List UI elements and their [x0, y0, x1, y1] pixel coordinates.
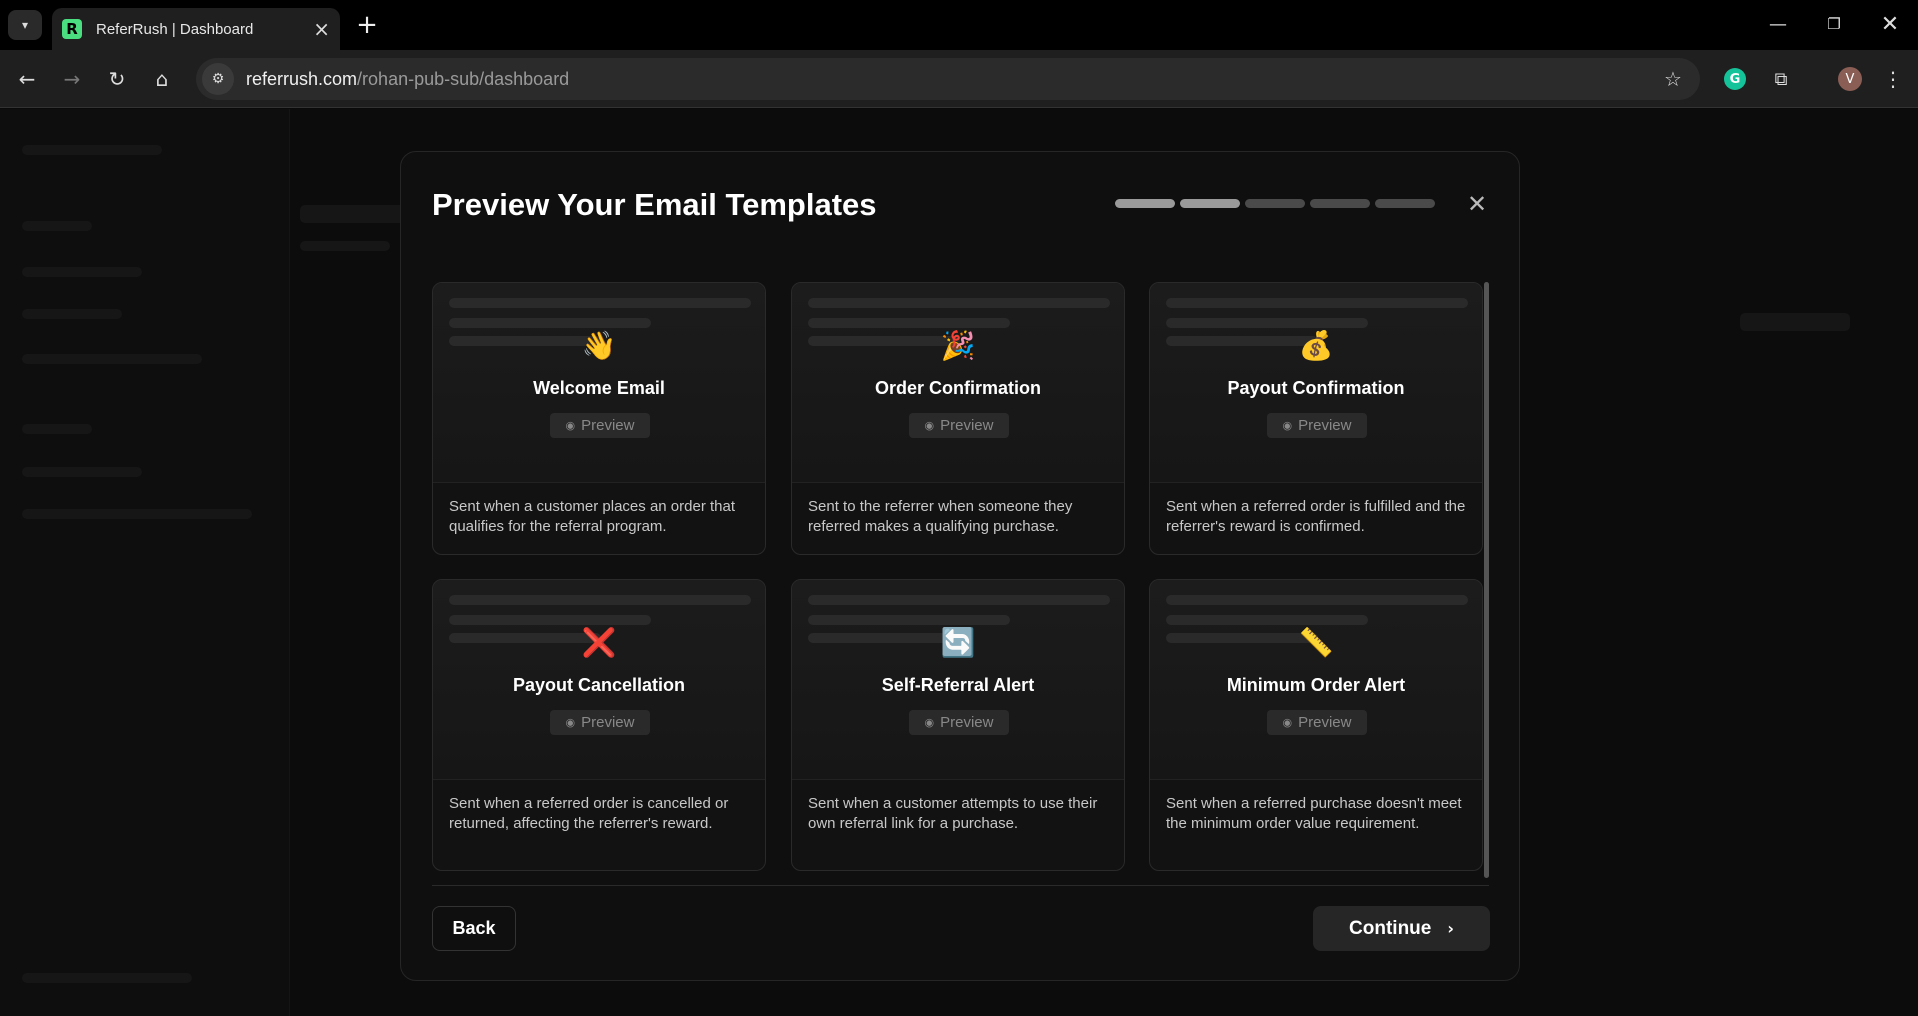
- template-description: Sent when a referred order is fulfilled …: [1166, 498, 1466, 535]
- back-arrow-icon[interactable]: ←: [12, 64, 42, 94]
- template-title: Minimum Order Alert: [1226, 675, 1406, 695]
- template-title: Self-Referral Alert: [881, 675, 1035, 695]
- preview-button[interactable]: ◉ Preview: [1267, 413, 1367, 438]
- template-card-minimum-order[interactable]: 📏 Minimum Order Alert ◉ Preview Sent when…: [1149, 579, 1483, 871]
- template-description: Sent when a referred purchase doesn't me…: [1166, 795, 1462, 832]
- home-icon[interactable]: ⌂: [147, 64, 177, 94]
- grammarly-extension[interactable]: G: [1720, 64, 1750, 94]
- money-bag-icon: 💰: [1298, 329, 1334, 362]
- eye-icon: ◉: [565, 716, 576, 729]
- continue-label: Continue: [1349, 917, 1432, 939]
- site-info-icon[interactable]: ⚙: [202, 63, 234, 95]
- template-title: Payout Confirmation: [1227, 378, 1405, 398]
- back-button[interactable]: Back: [432, 906, 516, 951]
- eye-icon: ◉: [565, 419, 576, 432]
- preview-button[interactable]: ◉ Preview: [909, 710, 1009, 735]
- template-preview-area: 🔄 Self-Referral Alert ◉ Preview: [792, 580, 1124, 780]
- bookmark-star-icon[interactable]: ☆: [1664, 67, 1700, 91]
- reload-icon[interactable]: ↻: [102, 64, 132, 94]
- dimmed-sidebar: [0, 109, 290, 1016]
- template-title: Order Confirmation: [874, 378, 1041, 398]
- template-card-welcome[interactable]: 👋 Welcome Email ◉ Preview Sent when a cus…: [432, 282, 766, 555]
- template-grid: 👋 Welcome Email ◉ Preview Sent when a cus…: [432, 282, 1506, 878]
- progress-step: [1310, 199, 1370, 208]
- template-preview-area: 👋 Welcome Email ◉ Preview: [433, 283, 765, 483]
- template-description: Sent to the referrer when someone they r…: [808, 498, 1073, 535]
- browser-tab[interactable]: R ReferRush | Dashboard ×: [52, 8, 340, 50]
- email-templates-modal: Preview Your Email Templates ✕ 👋 Welcome…: [400, 151, 1520, 981]
- preview-button[interactable]: ◉ Preview: [1267, 710, 1367, 735]
- progress-step: [1245, 199, 1305, 208]
- close-icon[interactable]: ✕: [1461, 188, 1493, 220]
- modal-title: Preview Your Email Templates: [432, 187, 877, 222]
- preview-button[interactable]: ◉ Preview: [550, 710, 650, 735]
- template-preview-area: 💰 Payout Confirmation ◉ Preview: [1150, 283, 1482, 483]
- waving-hand-icon: 👋: [581, 329, 617, 362]
- grammarly-icon: G: [1724, 68, 1746, 90]
- url-text[interactable]: referrush.com/rohan-pub-sub/dashboard: [246, 69, 1664, 90]
- template-card-self-referral[interactable]: 🔄 Self-Referral Alert ◉ Preview Sent when…: [791, 579, 1125, 871]
- browser-toolbar: ← → ↻ ⌂ ⚙ referrush.com/rohan-pub-sub/da…: [0, 50, 1918, 108]
- scrollbar-thumb[interactable]: [1484, 282, 1489, 878]
- profile-button[interactable]: V: [1835, 64, 1865, 94]
- progress-step: [1115, 199, 1175, 208]
- tab-search-button[interactable]: ▾: [8, 10, 42, 40]
- step-progress-indicator: [1115, 199, 1435, 208]
- cross-mark-icon: ❌: [581, 626, 617, 659]
- window-close-icon[interactable]: ✕: [1870, 10, 1910, 38]
- eye-icon: ◉: [1282, 419, 1293, 432]
- preview-button[interactable]: ◉ Preview: [550, 413, 650, 438]
- kebab-menu-icon[interactable]: ⋮: [1878, 64, 1908, 94]
- chevron-down-icon: ▾: [21, 18, 29, 32]
- template-preview-area: 🎉 Order Confirmation ◉ Preview: [792, 283, 1124, 483]
- continue-button[interactable]: Continue ›: [1313, 906, 1490, 951]
- address-bar[interactable]: ⚙ referrush.com/rohan-pub-sub/dashboard …: [196, 58, 1700, 100]
- preview-button[interactable]: ◉ Preview: [909, 413, 1009, 438]
- template-card-payout-cancellation[interactable]: ❌ Payout Cancellation ◉ Preview Sent when…: [432, 579, 766, 871]
- template-grid-scrollbar[interactable]: [1484, 282, 1489, 878]
- minimize-icon[interactable]: —: [1758, 10, 1798, 38]
- favicon-icon: R: [62, 19, 82, 39]
- forward-arrow-icon[interactable]: →: [57, 64, 87, 94]
- eye-icon: ◉: [1282, 716, 1293, 729]
- eye-icon: ◉: [924, 716, 935, 729]
- template-preview-area: ❌ Payout Cancellation ◉ Preview: [433, 580, 765, 780]
- template-description: Sent when a customer places an order tha…: [449, 498, 735, 535]
- eye-icon: ◉: [924, 419, 935, 432]
- template-title: Welcome Email: [533, 378, 665, 398]
- template-title: Payout Cancellation: [512, 675, 686, 695]
- chevron-right-icon: ›: [1447, 919, 1454, 938]
- template-description: Sent when a referred order is cancelled …: [449, 795, 729, 832]
- progress-step: [1375, 199, 1435, 208]
- party-popper-icon: 🎉: [940, 329, 976, 362]
- close-tab-icon[interactable]: ×: [313, 17, 330, 41]
- template-description: Sent when a customer attempts to use the…: [808, 795, 1098, 832]
- template-card-payout-confirmation[interactable]: 💰 Payout Confirmation ◉ Preview Sent when…: [1149, 282, 1483, 555]
- ruler-icon: 📏: [1298, 626, 1334, 659]
- progress-step: [1180, 199, 1240, 208]
- repeat-arrows-icon: 🔄: [940, 626, 976, 659]
- template-preview-area: 📏 Minimum Order Alert ◉ Preview: [1150, 580, 1482, 780]
- template-card-order-confirmation[interactable]: 🎉 Order Confirmation ◉ Preview Sent to th…: [791, 282, 1125, 555]
- tab-title: ReferRush | Dashboard: [96, 20, 254, 38]
- restore-icon[interactable]: ❐: [1814, 10, 1854, 38]
- new-tab-button[interactable]: +: [352, 10, 382, 40]
- extensions-puzzle-icon[interactable]: ⧉: [1766, 64, 1796, 94]
- browser-tab-bar: ▾ R ReferRush | Dashboard × + — ❐ ✕: [0, 0, 1918, 50]
- footer-divider: [432, 885, 1489, 886]
- avatar: V: [1838, 67, 1862, 91]
